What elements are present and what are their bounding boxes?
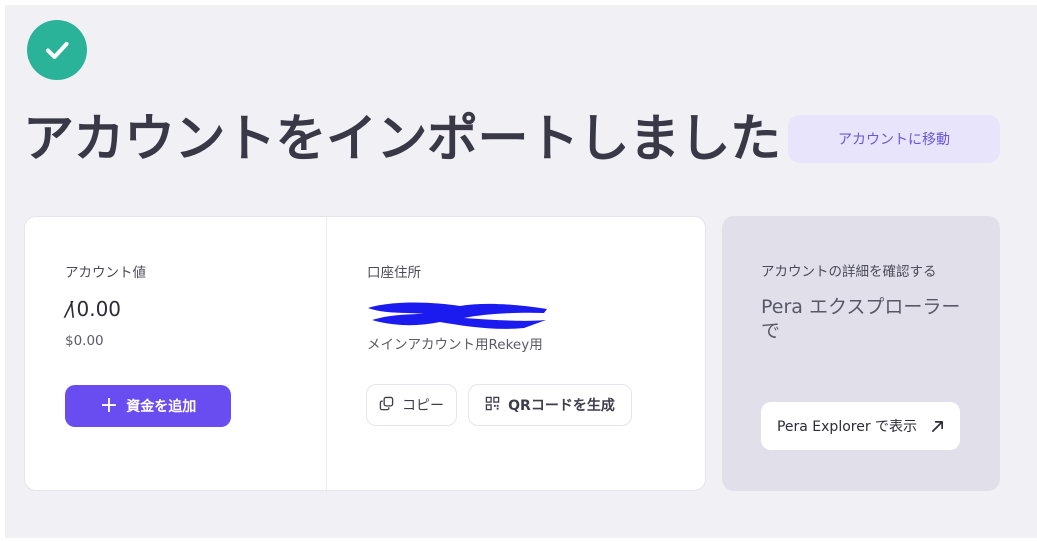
algo-icon: /\: [65, 297, 76, 321]
add-funds-button[interactable]: + 資金を追加: [65, 385, 231, 427]
account-summary-card: アカウント値 /\ 0.00 $0.00 + 資金を追加 口座住所 メインアカウン…: [24, 216, 706, 491]
address-label: 口座住所: [367, 265, 421, 281]
usd-balance: $0.00: [65, 333, 104, 349]
qr-label: QRコードを生成: [508, 398, 615, 414]
card-divider: [326, 217, 327, 490]
import-success-page: アカウントをインポートしました アカウントに移動 アカウント値 /\ 0.00 $…: [5, 5, 1037, 538]
copy-label: コピー: [402, 398, 444, 414]
view-on-explorer-button[interactable]: Pera Explorer で表示: [761, 402, 960, 450]
external-arrow-icon: [931, 420, 944, 433]
plus-icon: +: [99, 393, 119, 418]
address-subtitle: メインアカウント用Rekey用: [367, 337, 543, 353]
explorer-card: アカウントの詳細を確認する Pera エクスプローラーで Pera Explor…: [722, 216, 1000, 491]
copy-icon: [379, 396, 394, 415]
redacted-address: [368, 302, 547, 329]
explorer-button-label: Pera Explorer で表示: [776, 419, 918, 435]
add-funds-label: 資金を追加: [126, 399, 197, 415]
check-icon: [27, 20, 87, 80]
page-title: アカウントをインポートしました: [23, 110, 781, 169]
explorer-label: アカウントの詳細を確認する: [761, 264, 937, 280]
explorer-title: Pera エクスプローラーで: [761, 296, 961, 342]
go-to-account-button[interactable]: アカウントに移動: [788, 115, 1000, 163]
generate-qr-button[interactable]: QRコードを生成: [468, 384, 632, 426]
account-value-label: アカウント値: [65, 265, 146, 281]
qr-code-icon: [485, 396, 500, 415]
algo-balance: /\ 0.00: [65, 297, 122, 321]
copy-address-button[interactable]: コピー: [366, 384, 457, 426]
